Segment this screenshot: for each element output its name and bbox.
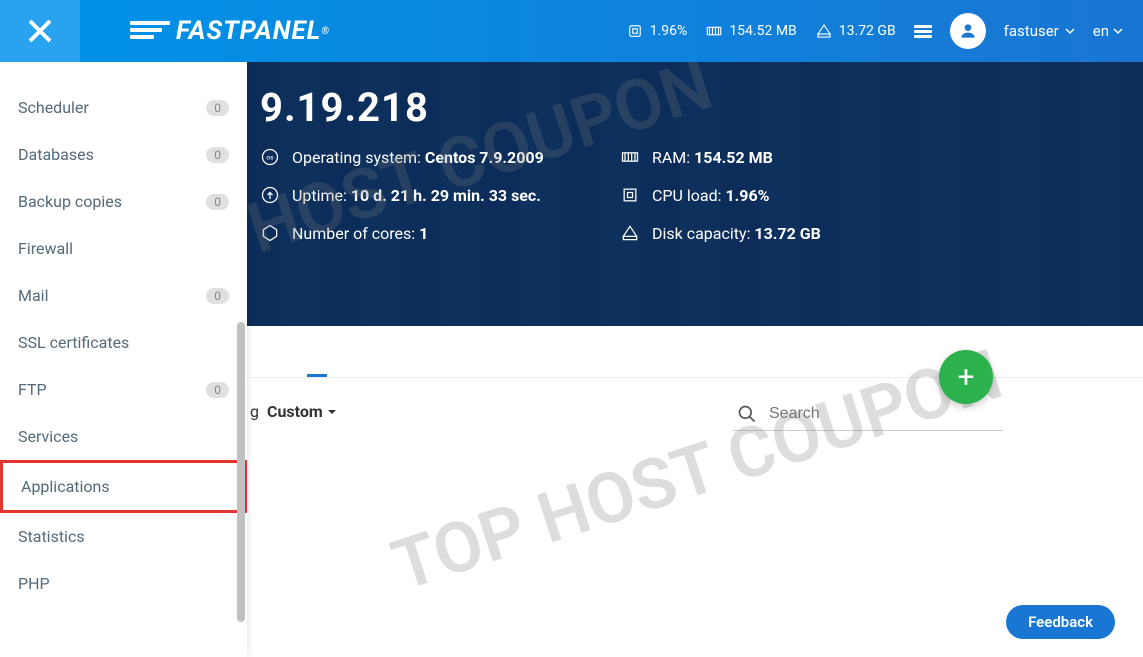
sidebar-item-badge: 0 <box>206 288 229 304</box>
stat-os: os Operating system: Centos 7.9.2009 <box>260 147 620 167</box>
sidebar-item-statistics[interactable]: Statistics <box>0 513 247 560</box>
cpu-icon <box>620 185 640 205</box>
stat-uptime: Uptime: 10 d. 21 h. 29 min. 33 sec. <box>260 185 620 205</box>
sidebar-item-mail[interactable]: Mail 0 <box>0 272 247 319</box>
menu-icon[interactable] <box>914 25 932 38</box>
sorting-value: Custom <box>267 402 323 421</box>
stat-cpu-value: 1.96% <box>650 23 688 39</box>
sidebar-item-scheduler[interactable]: Scheduler 0 <box>0 62 247 131</box>
lang-label: en <box>1093 22 1109 40</box>
header-stats: 1.96% 154.52 MB 13.72 GB fastuser en <box>626 13 1143 49</box>
logo-text: FASTPANEL <box>176 16 321 46</box>
cpu-icon <box>626 22 644 40</box>
language-dropdown[interactable]: en <box>1093 22 1123 40</box>
disk-icon <box>620 223 640 243</box>
user-avatar[interactable] <box>950 13 986 49</box>
sidebar-item-ssl-certificates[interactable]: SSL certificates <box>0 319 247 366</box>
sorting-label-partial: g <box>250 402 259 421</box>
chevron-down-icon <box>1065 26 1075 36</box>
stat-disk-hero: Disk capacity: 13.72 GB <box>620 223 980 243</box>
sidebar-item-label: FTP <box>18 380 47 399</box>
stat-ram-hero: RAM: 154.52 MB <box>620 147 980 167</box>
sidebar-item-label: Scheduler <box>18 98 89 117</box>
sidebar-item-badge: 0 <box>206 194 229 210</box>
sidebar-scrollbar[interactable] <box>237 322 245 622</box>
uptime-icon <box>260 185 280 205</box>
app-logo[interactable]: FASTPANEL® <box>130 16 330 46</box>
stat-cpu[interactable]: 1.96% <box>626 22 688 40</box>
close-icon <box>25 16 55 46</box>
active-tab-indicator <box>307 374 327 377</box>
sidebar-item-badge: 0 <box>206 382 229 398</box>
stat-ram-value: 154.52 MB <box>729 23 796 39</box>
sidebar-item-label: Applications <box>21 477 110 496</box>
logo-icon <box>130 21 170 41</box>
stat-disk[interactable]: 13.72 GB <box>815 22 896 40</box>
server-ip: 9.19.218 <box>260 84 1143 131</box>
sidebar-item-label: Services <box>18 427 78 446</box>
sidebar-item-label: Databases <box>18 145 94 164</box>
sidebar-item-label: SSL certificates <box>18 333 129 352</box>
ram-icon <box>705 22 723 40</box>
header-bar: FASTPANEL® 1.96% 154.52 MB 13.72 GB fast… <box>0 0 1143 62</box>
sidebar-item-php[interactable]: PHP <box>0 560 247 607</box>
sidebar-item-badge: 0 <box>206 100 229 116</box>
stat-cpu-hero: CPU load: 1.96% <box>620 185 980 205</box>
sidebar-item-backup-copies[interactable]: Backup copies 0 <box>0 178 247 225</box>
sidebar-item-ftp[interactable]: FTP 0 <box>0 366 247 413</box>
svg-text:os: os <box>266 154 274 162</box>
add-button[interactable]: + <box>939 350 993 404</box>
sidebar-item-databases[interactable]: Databases 0 <box>0 131 247 178</box>
user-name: fastuser <box>1004 22 1059 40</box>
os-icon: os <box>260 147 280 167</box>
stat-disk-value: 13.72 GB <box>839 23 896 39</box>
stat-cores: Number of cores: 1 <box>260 223 620 243</box>
ram-icon <box>620 147 640 167</box>
stat-ram[interactable]: 154.52 MB <box>705 22 796 40</box>
sidebar-item-services[interactable]: Services <box>0 413 247 460</box>
sorting-dropdown[interactable]: Custom <box>267 402 337 421</box>
sidebar-item-firewall[interactable]: Firewall <box>0 225 247 272</box>
feedback-button[interactable]: Feedback <box>1006 605 1115 639</box>
close-button[interactable] <box>0 0 80 62</box>
disk-icon <box>815 22 833 40</box>
sidebar-item-applications[interactable]: Applications <box>0 460 247 513</box>
sidebar-item-label: PHP <box>18 574 50 593</box>
sidebar-item-label: Statistics <box>18 527 85 546</box>
sidebar: Scheduler 0 Databases 0 Backup copies 0 Firewa… <box>0 62 247 657</box>
plus-icon: + <box>957 360 974 395</box>
sidebar-item-label: Firewall <box>18 239 73 258</box>
chevron-down-icon <box>327 407 337 417</box>
sidebar-item-label: Backup copies <box>18 192 122 211</box>
search-icon <box>737 404 757 424</box>
chevron-down-icon <box>1113 26 1123 36</box>
search-input[interactable] <box>769 405 989 423</box>
person-icon <box>958 21 978 41</box>
cores-icon <box>260 223 280 243</box>
user-dropdown[interactable]: fastuser <box>1004 22 1075 40</box>
logo-reg: ® <box>321 26 330 37</box>
sidebar-item-badge: 0 <box>206 147 229 163</box>
sidebar-item-label: Mail <box>18 286 48 305</box>
